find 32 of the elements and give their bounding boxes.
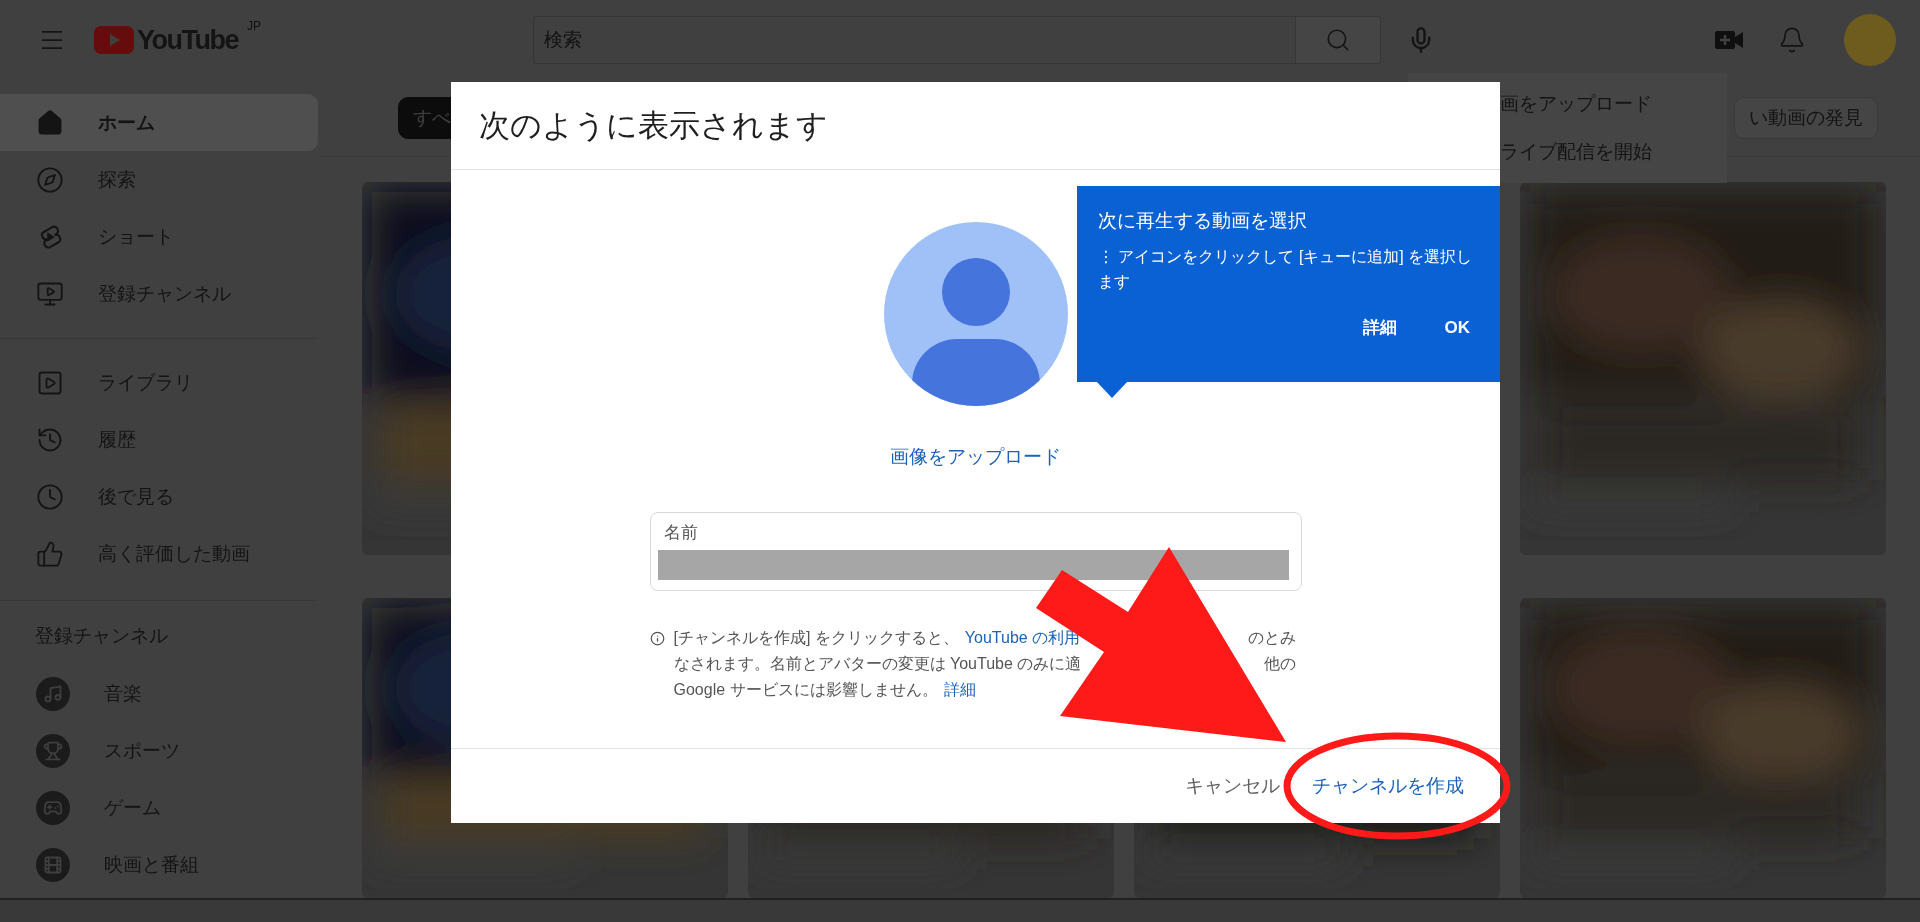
gamepad-icon [36,790,70,825]
name-field[interactable]: 名前 [649,512,1302,591]
field-label: 名前 [662,522,699,544]
home-icon [36,108,64,137]
search-button[interactable] [1295,16,1381,64]
notice-text: なされます。名前とアバターの変更は YouTube のみに適 [673,653,1082,674]
dialog-title: 次のように表示されます [479,106,828,145]
trophy-icon [36,733,70,768]
sidebar-item[interactable]: ホーム [0,94,318,151]
create-channel-button[interactable]: チャンネルを作成 [1300,765,1476,807]
tooltip-title: 次に再生する動画を選択 [1098,209,1308,233]
info-icon [649,631,665,646]
music-note-icon [36,676,70,711]
cancel-button[interactable]: キャンセル [1173,765,1292,807]
compass-icon [36,165,64,194]
tooltip-button[interactable]: OK [1438,312,1476,343]
notice-text: [チャンネルを作成] をクリックすると、 [673,627,959,648]
account-avatar[interactable] [1844,14,1896,66]
thumbs-up-icon [36,539,64,568]
film-icon [36,847,70,882]
tooltip-text: ⋮ アイコンをクリックして [キューに追加] を選択します [1098,247,1474,292]
search-icon [1325,27,1351,53]
play-logo-icon [94,26,134,54]
upload-image-link[interactable]: 画像をアップロード [890,444,1061,470]
notice-text: 他の [1263,653,1296,674]
clock-icon [36,482,64,511]
avatar-placeholder-icon [883,222,1068,406]
video-camera-plus-icon[interactable] [1714,29,1744,51]
tooltip-button[interactable]: 詳細 [1356,312,1403,343]
notice-text: Google サービスには影響しません。 [673,679,938,700]
link[interactable]: 詳細 [943,679,976,701]
notice-text: のとみ [1247,627,1296,648]
